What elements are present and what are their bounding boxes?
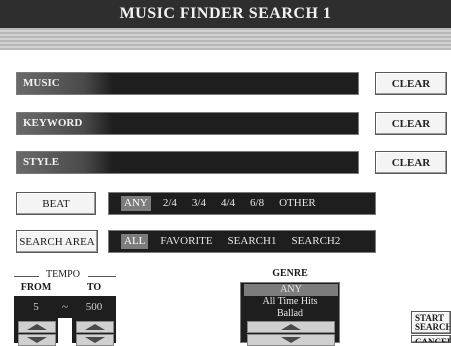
tempo-from-down-button[interactable] — [18, 334, 56, 346]
beat-option-2-4[interactable]: 2/4 — [160, 196, 180, 211]
search-area-option-search2[interactable]: SEARCH2 — [288, 234, 343, 249]
tempo-from-label: FROM — [20, 282, 52, 293]
tempo-from-value: 5 — [33, 301, 39, 313]
genre-item-ballad[interactable]: Ballad — [241, 308, 339, 320]
genre-up-button[interactable] — [247, 321, 335, 333]
search-area-option-all[interactable]: ALL — [121, 234, 149, 249]
beat-option-6-8[interactable]: 6/8 — [247, 196, 267, 211]
style-clear-button[interactable]: CLEAR — [375, 151, 447, 174]
arrow-up-icon — [281, 324, 301, 330]
music-clear-button[interactable]: CLEAR — [375, 72, 447, 95]
search-area-button[interactable]: SEARCH AREA — [16, 230, 98, 253]
start-search-button[interactable]: START SEARCH — [411, 311, 451, 334]
genre-item-any[interactable]: ANY — [244, 284, 338, 296]
search-area-option-search1[interactable]: SEARCH1 — [225, 234, 280, 249]
keyword-field[interactable]: KEYWORD — [16, 112, 359, 135]
arrow-down-icon — [85, 337, 105, 343]
keyword-field-label: KEYWORD — [17, 113, 113, 134]
beat-option-3-4[interactable]: 3/4 — [189, 196, 209, 211]
page-title: MUSIC FINDER SEARCH 1 — [0, 0, 451, 28]
beat-button[interactable]: BEAT — [16, 192, 96, 215]
style-field-label: STYLE — [17, 152, 113, 173]
tempo-rule-left — [14, 276, 39, 277]
tempo-to-down-button[interactable] — [76, 334, 114, 346]
arrow-down-icon — [27, 337, 47, 343]
header-band — [0, 28, 451, 50]
tempo-to-up-button[interactable] — [76, 321, 114, 333]
genre-down-button[interactable] — [247, 334, 335, 346]
beat-option-other[interactable]: OTHER — [276, 196, 319, 211]
beat-options: ANY 2/4 3/4 4/4 6/8 OTHER — [108, 192, 376, 215]
cancel-button[interactable]: CANCEL — [411, 335, 451, 343]
genre-list: ANY All Time Hits Ballad — [240, 282, 340, 346]
genre-item-all-time-hits[interactable]: All Time Hits — [241, 296, 339, 308]
beat-option-any[interactable]: ANY — [121, 196, 151, 211]
genre-heading: GENRE — [272, 268, 308, 279]
tempo-from-stepper — [14, 318, 58, 346]
arrow-up-icon — [85, 324, 105, 330]
style-field[interactable]: STYLE — [16, 151, 359, 174]
tempo-from-up-button[interactable] — [18, 321, 56, 333]
arrow-up-icon — [27, 324, 47, 330]
tempo-range-display: 5 ~ 500 — [14, 296, 116, 318]
keyword-clear-button[interactable]: CLEAR — [375, 112, 447, 135]
tempo-separator: ~ — [62, 301, 68, 313]
tempo-rule-right — [88, 276, 116, 277]
music-field[interactable]: MUSIC — [16, 72, 359, 95]
tempo-to-stepper — [72, 318, 116, 346]
tempo-to-value: 500 — [85, 301, 103, 313]
music-field-label: MUSIC — [17, 73, 113, 94]
arrow-down-icon — [281, 337, 301, 343]
start-search-line2: SEARCH — [415, 322, 451, 332]
beat-option-4-4[interactable]: 4/4 — [218, 196, 238, 211]
search-area-options: ALL FAVORITE SEARCH1 SEARCH2 — [108, 230, 376, 253]
search-area-option-favorite[interactable]: FAVORITE — [157, 234, 215, 249]
tempo-heading: TEMPO — [46, 269, 80, 280]
tempo-to-label: TO — [86, 282, 102, 293]
